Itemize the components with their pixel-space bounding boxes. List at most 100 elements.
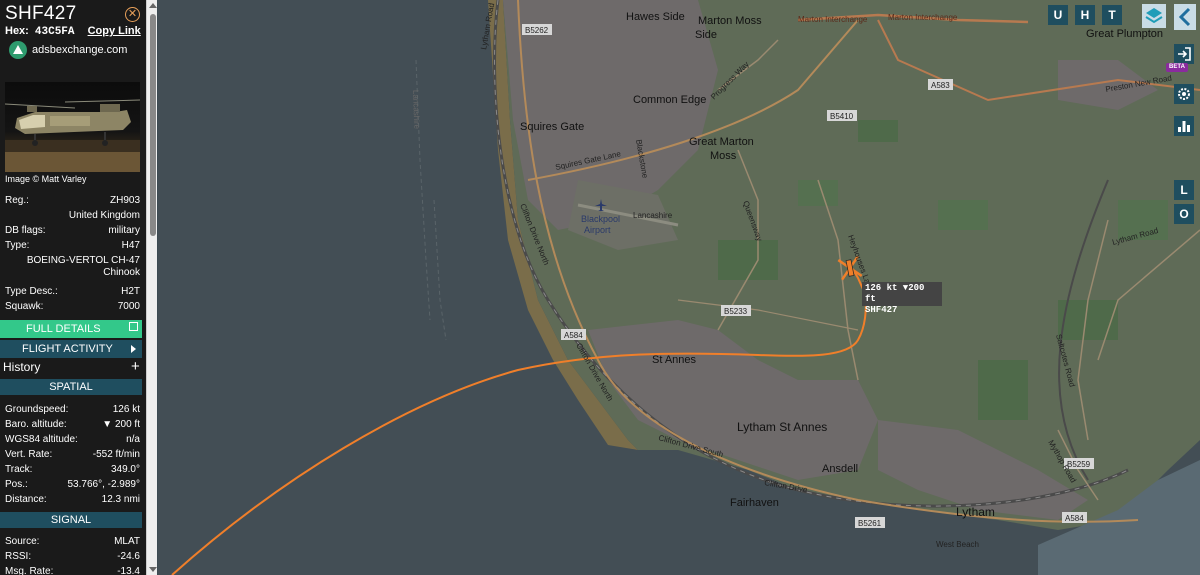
layers-icon xyxy=(1145,8,1163,24)
scroll-up-icon[interactable] xyxy=(149,3,157,8)
o-button[interactable]: O xyxy=(1174,204,1194,224)
track-value: 349.0° xyxy=(110,464,140,475)
tar1090-app: SHF427 ✕ Hex: 43C5FA Copy Link adsbexcha… xyxy=(0,0,1200,575)
road-label: A583 xyxy=(931,81,950,90)
country-value: United Kingdom xyxy=(68,210,140,221)
source-label: Source: xyxy=(5,536,40,547)
road-label: A584 xyxy=(564,331,583,340)
place-label: Moss xyxy=(710,150,737,162)
hex-row: Hex: 43C5FA Copy Link xyxy=(5,25,141,38)
signal-header: SIGNAL xyxy=(0,512,142,528)
place-label: Lytham St Annes xyxy=(737,420,827,434)
full-details-button[interactable]: FULL DETAILS xyxy=(0,320,142,338)
dbflags-label: DB flags: xyxy=(5,225,46,236)
hex-value: 43C5FA xyxy=(34,26,75,38)
msg-rate-label: Msg. Rate: xyxy=(5,566,54,575)
baro-altitude-value: ▼ 200 ft xyxy=(102,419,140,430)
aircraft-photo[interactable] xyxy=(5,82,140,172)
reg-value: ZH903 xyxy=(109,195,140,206)
hex-label: Hex: xyxy=(5,25,29,37)
collapse-sidebar-button[interactable] xyxy=(1174,4,1196,30)
bar-chart-icon xyxy=(1178,121,1190,132)
distance-value: 12.3 nmi xyxy=(101,494,140,505)
place-label: Fairhaven xyxy=(730,497,779,509)
stats-button[interactable] xyxy=(1174,116,1194,136)
flight-activity-label: FLIGHT ACTIVITY xyxy=(22,343,113,355)
scroll-down-icon[interactable] xyxy=(149,567,157,572)
place-label: Great Marton xyxy=(689,136,754,148)
history-heading: History xyxy=(3,360,41,374)
image-credit: Image © Matt Varley xyxy=(5,174,87,184)
wgs84-altitude-label: WGS84 altitude: xyxy=(5,434,78,445)
groundspeed-label: Groundspeed: xyxy=(5,404,69,415)
source-value: MLAT xyxy=(114,536,140,547)
full-details-label: FULL DETAILS xyxy=(26,323,101,335)
aircraft-label-callsign: SHF427 xyxy=(865,305,898,315)
sign-in-icon xyxy=(1178,47,1191,61)
typedesc-value: H2T xyxy=(121,286,140,297)
road-label: A584 xyxy=(1065,514,1084,523)
msg-rate-value: -13.4 xyxy=(117,566,140,575)
type-label: Type: xyxy=(5,240,30,251)
wgs84-altitude-value: n/a xyxy=(126,434,140,445)
map-canvas[interactable]: Hawes Side Marton Moss Side Great Plumpt… xyxy=(158,0,1200,575)
type-value: H47 xyxy=(121,240,140,251)
place-label: Marton Moss xyxy=(698,15,762,27)
place-label: Blackpool xyxy=(581,214,620,224)
road-label: Marton Interchange xyxy=(798,15,868,24)
road-label: B5262 xyxy=(525,26,549,35)
chevron-left-icon xyxy=(1178,7,1191,27)
squawk-label: Squawk: xyxy=(5,301,44,312)
rssi-label: RSSI: xyxy=(5,551,32,562)
rssi-value: -24.6 xyxy=(117,551,140,562)
dbflags-value: military xyxy=(108,225,140,236)
squawk-value: 7000 xyxy=(117,301,140,312)
road-label: Marton Interchange xyxy=(888,13,958,22)
distance-label: Distance: xyxy=(5,494,47,505)
u-button[interactable]: U xyxy=(1048,5,1068,25)
aircraft-map-label[interactable]: 126 kt ▼200 ft SHF427 xyxy=(862,282,942,315)
place-label: St Annes xyxy=(652,354,697,366)
settings-button[interactable] xyxy=(1174,84,1194,104)
brand-text: adsbexchange.com xyxy=(32,44,128,56)
history-expand-button[interactable]: + xyxy=(131,358,140,375)
callsign-title: SHF427 xyxy=(5,3,77,24)
road-label: Lancashire xyxy=(633,211,673,220)
position-value: 53.766°, -2.989° xyxy=(67,479,141,490)
place-label: Squires Gate xyxy=(520,121,584,133)
type-name-1: BOEING-VERTOL CH-47 xyxy=(26,255,140,266)
spatial-header: SPATIAL xyxy=(0,379,142,395)
close-icon[interactable]: ✕ xyxy=(125,7,140,22)
aircraft-info-panel: SHF427 ✕ Hex: 43C5FA Copy Link adsbexcha… xyxy=(0,0,146,575)
place-label: Lytham xyxy=(956,505,995,519)
sidebar-scrollbar[interactable] xyxy=(146,0,157,575)
beta-badge: BETA xyxy=(1166,63,1188,72)
road-label: B5261 xyxy=(858,519,882,528)
vert-rate-value: -552 ft/min xyxy=(92,449,140,460)
chevron-right-icon xyxy=(131,345,136,353)
baro-altitude-label: Baro. altitude: xyxy=(5,419,67,430)
road-label: West Beach xyxy=(936,540,979,549)
map-view[interactable]: Hawes Side Marton Moss Side Great Plumpt… xyxy=(158,0,1200,575)
brand-link[interactable]: adsbexchange.com xyxy=(9,40,127,60)
road-label: Lancashire xyxy=(411,90,421,130)
type-name-2: Chinook xyxy=(103,267,140,278)
layers-button[interactable] xyxy=(1142,4,1166,28)
flight-activity-button[interactable]: FLIGHT ACTIVITY xyxy=(0,340,142,358)
aircraft-label-speed-alt: 126 kt ▼200 ft xyxy=(865,283,925,304)
place-label: Ansdell xyxy=(822,463,858,475)
road-label: B5410 xyxy=(830,112,854,121)
t-button[interactable]: T xyxy=(1102,5,1122,25)
scrollbar-thumb[interactable] xyxy=(150,14,156,236)
track-label: Track: xyxy=(5,464,33,475)
typedesc-label: Type Desc.: xyxy=(5,286,58,297)
place-label: Great Plumpton xyxy=(1086,28,1163,40)
copy-link[interactable]: Copy Link xyxy=(88,25,141,37)
chinook-photo-icon xyxy=(5,99,140,172)
place-label: Airport xyxy=(584,225,611,235)
gear-icon xyxy=(1178,88,1190,100)
position-label: Pos.: xyxy=(5,479,28,490)
h-button[interactable]: H xyxy=(1075,5,1095,25)
login-button[interactable] xyxy=(1174,44,1194,64)
l-button[interactable]: L xyxy=(1174,180,1194,200)
